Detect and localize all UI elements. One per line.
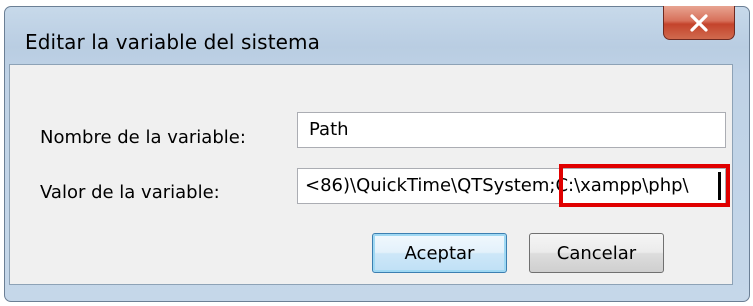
variable-name-field[interactable]: Path xyxy=(297,112,726,148)
close-x-icon xyxy=(689,13,709,32)
variable-value-highlighted-text: ;C:\xampp\php\ xyxy=(549,175,689,196)
window-title: Editar la variable del sistema xyxy=(25,30,320,54)
variable-value-field[interactable]: <86)\QuickTime\QTSystem;C:\xampp\php\ xyxy=(297,168,726,204)
close-button[interactable] xyxy=(663,6,735,40)
cancel-button[interactable]: Cancelar xyxy=(529,233,664,273)
variable-value-label: Valor de la variable: xyxy=(40,182,220,203)
text-caret xyxy=(718,172,721,200)
variable-name-label: Nombre de la variable: xyxy=(40,127,246,148)
variable-value-text: <86)\QuickTime\QTSystem xyxy=(305,175,550,196)
accept-button[interactable]: Aceptar xyxy=(372,233,507,273)
